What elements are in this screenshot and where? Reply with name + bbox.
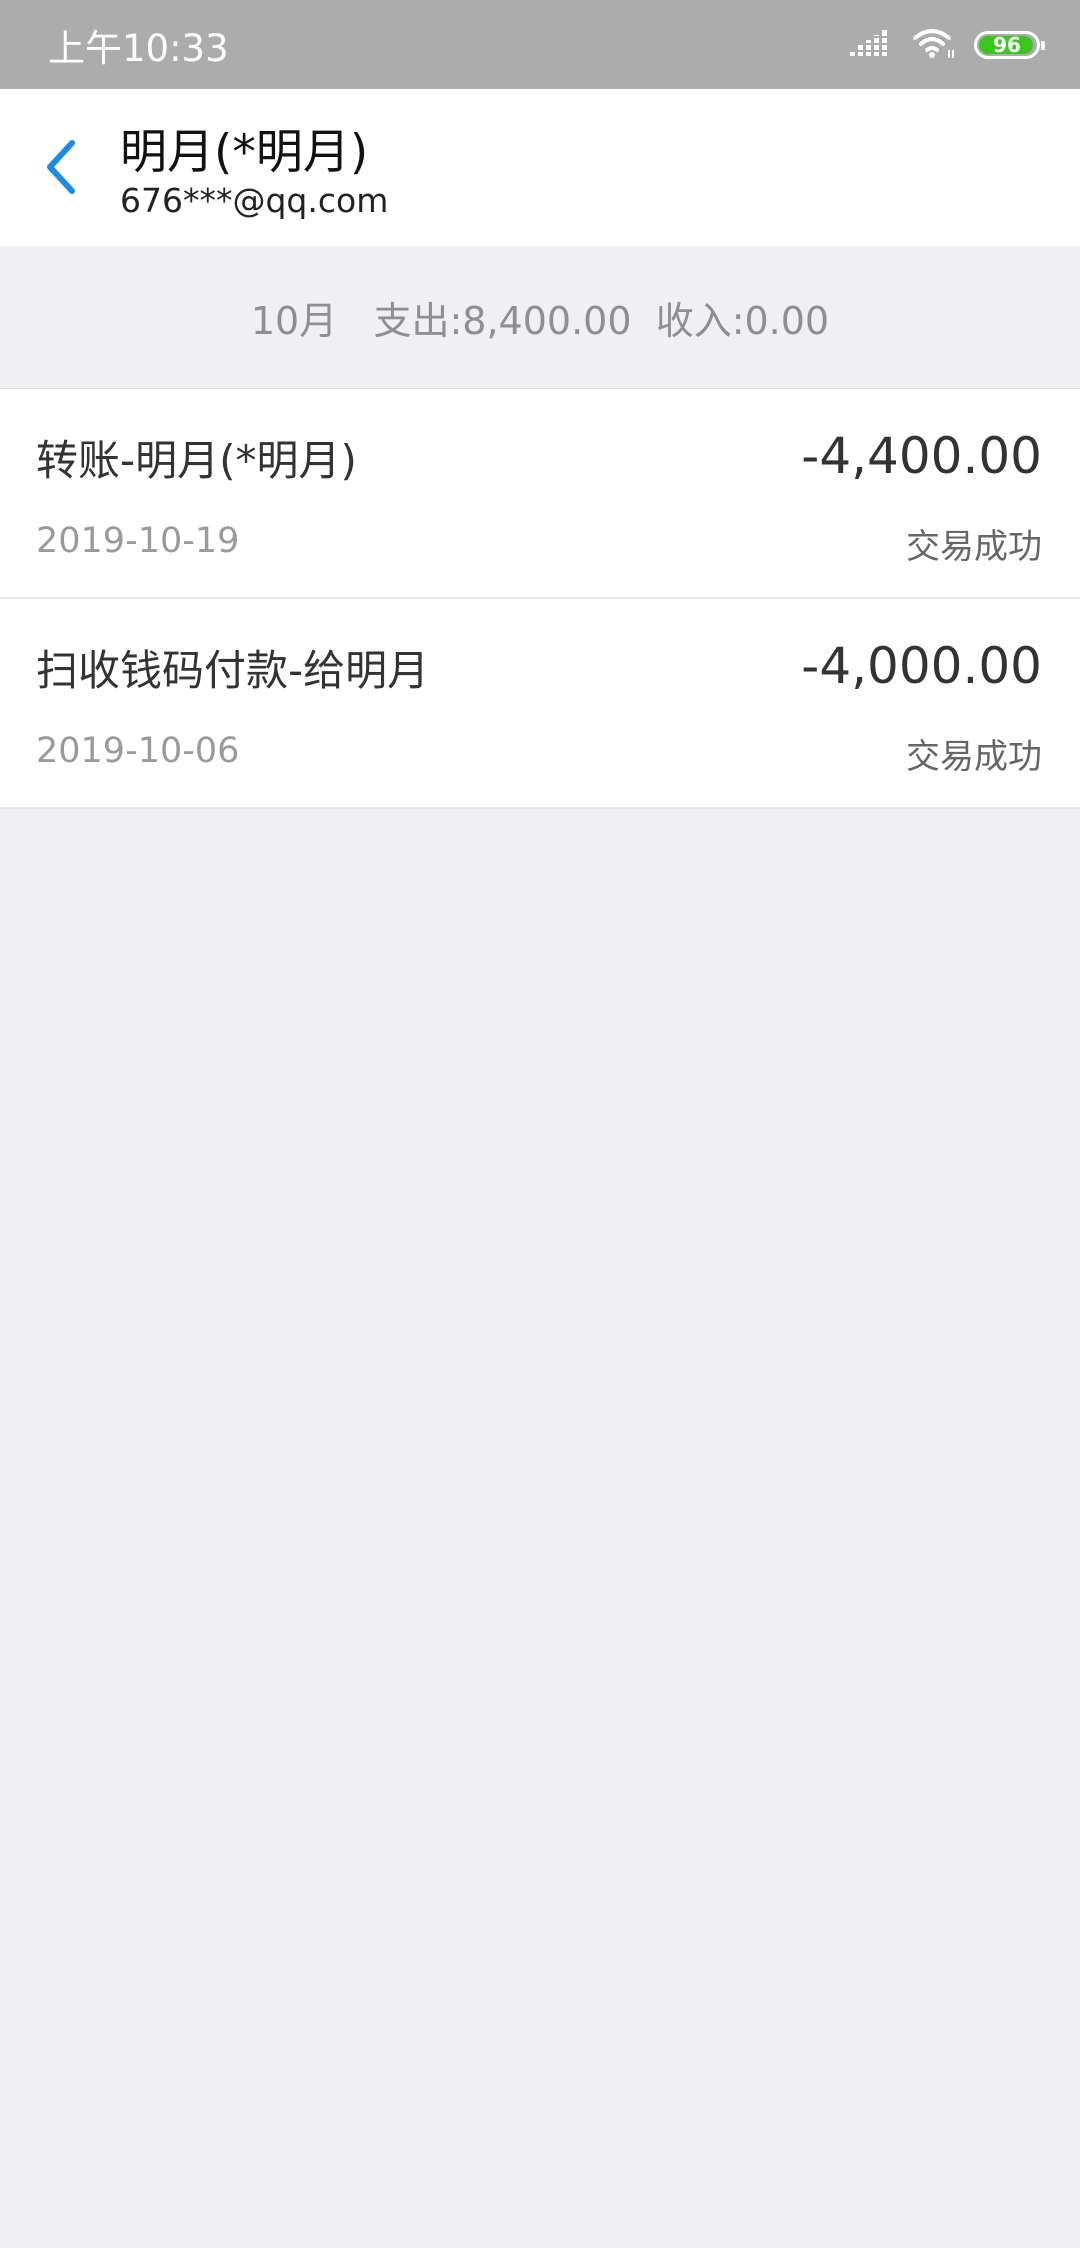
summary-expense: 支出:8,400.00 <box>373 298 632 343</box>
transaction-amount: -4,000.00 <box>801 637 1042 695</box>
transaction-title: 转账-明月(*明月) <box>36 436 357 485</box>
status-icons: 96 <box>850 0 1045 89</box>
transaction-date: 2019-10-06 <box>36 731 240 771</box>
header-bar: 明月(*明月) 676***@qq.com <box>0 89 1080 246</box>
back-button[interactable] <box>26 129 98 209</box>
transaction-status: 交易成功 <box>906 737 1042 777</box>
transaction-row[interactable]: 转账-明月(*明月) -4,400.00 2019-10-19 交易成功 <box>0 389 1080 599</box>
page-title: 明月(*明月) <box>120 125 369 180</box>
transaction-list: 转账-明月(*明月) -4,400.00 2019-10-19 交易成功 扫收钱… <box>0 389 1080 809</box>
status-bar: 上午10:33 96 <box>0 0 1080 89</box>
transaction-date: 2019-10-19 <box>36 521 240 561</box>
battery-tip <box>1041 40 1045 50</box>
month-summary: 10月 支出:8,400.00 收入:0.00 <box>0 246 1080 389</box>
status-time: 上午10:33 <box>48 27 229 70</box>
signal-icon <box>850 28 894 62</box>
chevron-left-icon <box>42 137 82 201</box>
transaction-amount: -4,400.00 <box>801 427 1042 485</box>
account-email: 676***@qq.com <box>120 181 389 220</box>
summary-income: 收入:0.00 <box>655 298 830 343</box>
transaction-title: 扫收钱码付款-给明月 <box>36 646 430 695</box>
transaction-row[interactable]: 扫收钱码付款-给明月 -4,000.00 2019-10-06 交易成功 <box>0 599 1080 809</box>
summary-month: 10月 <box>250 298 338 343</box>
transaction-status: 交易成功 <box>906 527 1042 567</box>
wifi-icon <box>912 26 956 64</box>
battery-level: 96 <box>993 32 1021 57</box>
battery-icon: 96 <box>974 30 1045 59</box>
